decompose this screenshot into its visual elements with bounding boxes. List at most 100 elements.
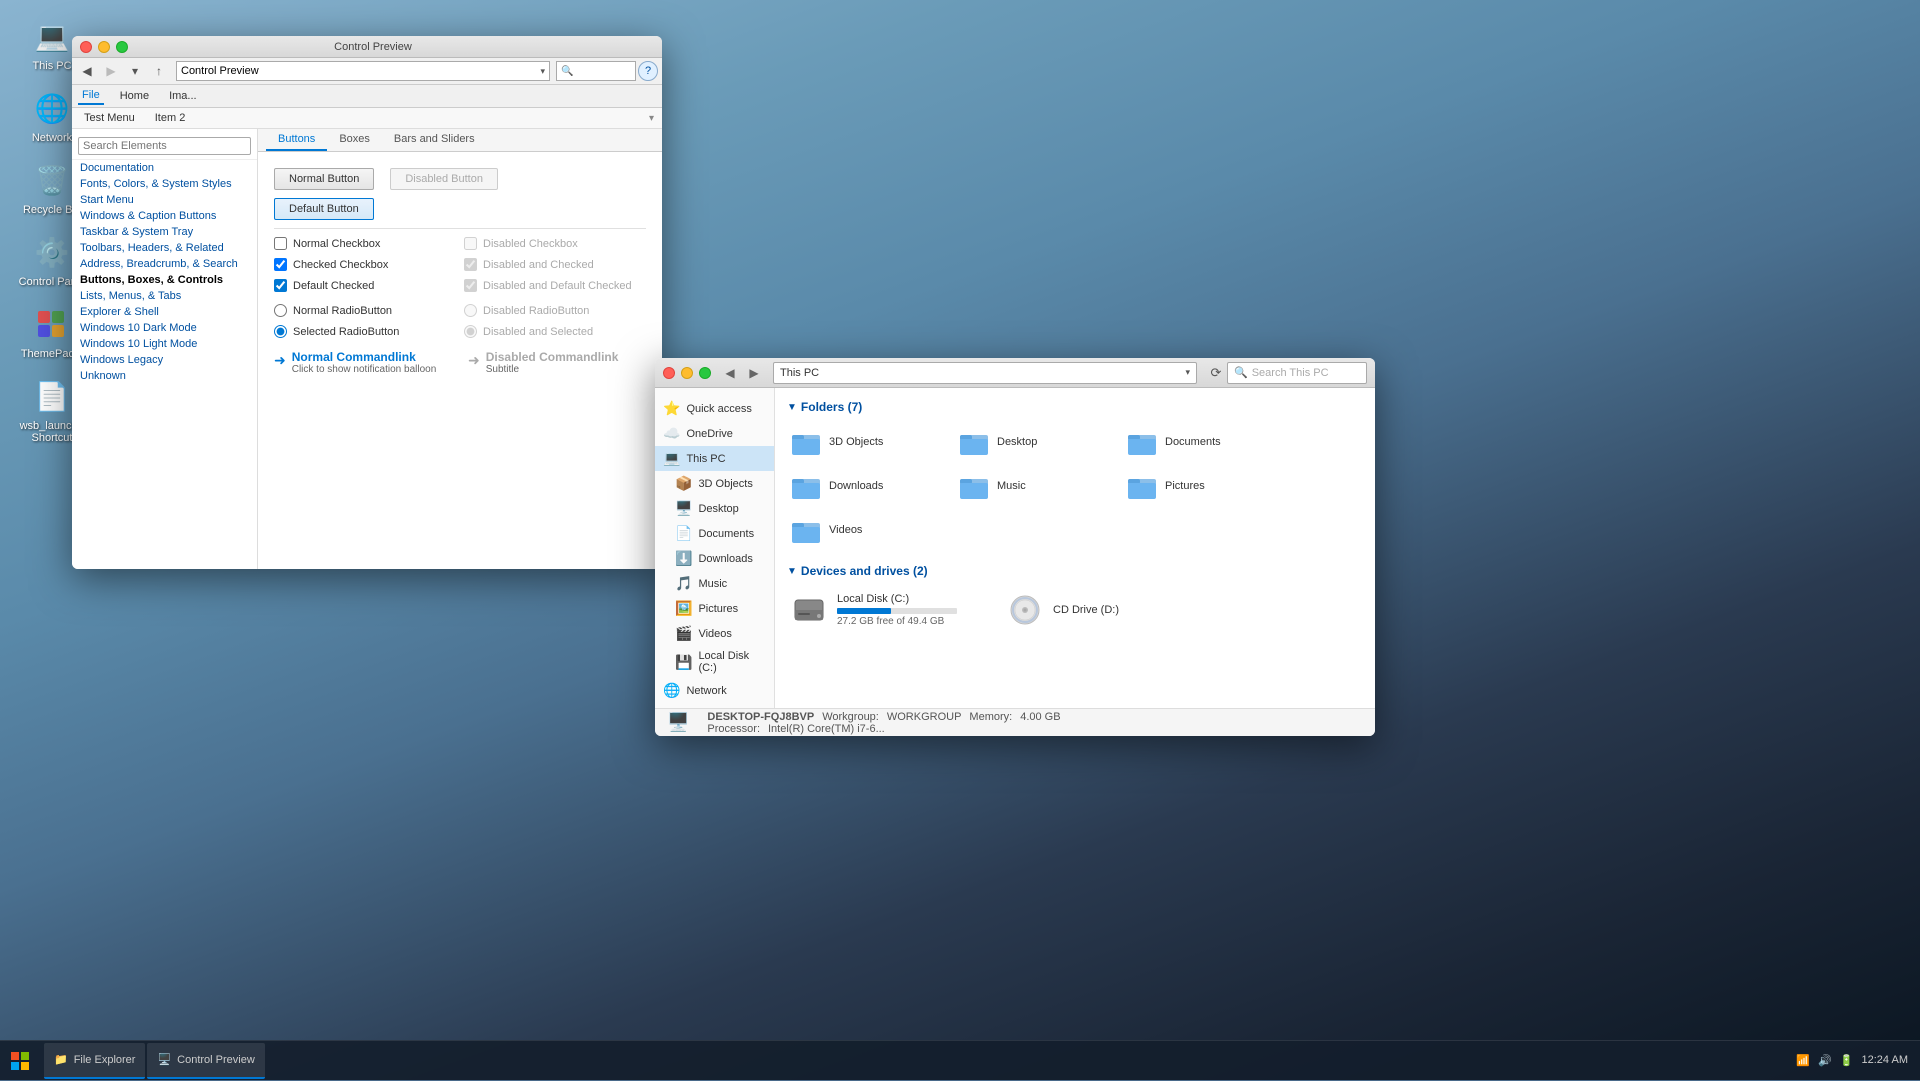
normal-button[interactable]: Normal Button (274, 168, 374, 190)
normal-checkbox-label: Normal Checkbox (293, 238, 380, 250)
cp-address-dropdown-icon[interactable]: ▾ (540, 66, 545, 77)
fe-nav-local-disk[interactable]: 💾 Local Disk (C:) (655, 646, 774, 678)
fe-processor-label: Processor: (707, 723, 760, 735)
fe-address-bar[interactable]: This PC ▾ (773, 362, 1197, 384)
cp-tab-boxes[interactable]: Boxes (327, 129, 382, 151)
fe-drive-cd[interactable]: CD Drive (D:) (1003, 588, 1163, 632)
cp-search-bar[interactable]: 🔍 (556, 61, 636, 81)
cp-dropdown-icon[interactable]: ▾ (649, 113, 654, 124)
fe-computer-name: DESKTOP-FQJ8BVP (707, 711, 814, 723)
cp-help-button[interactable]: ? (638, 61, 658, 81)
fe-nav-downloads[interactable]: ⬇️ Downloads (655, 546, 774, 571)
cp-menu-image[interactable]: Ima... (165, 88, 201, 104)
cp-sidebar-item-light-mode[interactable]: Windows 10 Light Mode (72, 336, 257, 352)
cp-up-button[interactable]: ↑ (148, 60, 170, 82)
cp-menu-home[interactable]: Home (116, 88, 153, 104)
tray-network-icon[interactable]: 📶 (1796, 1054, 1810, 1067)
fe-pictures-icon: 🖼️ (675, 600, 692, 617)
normal-radio-label: Normal RadioButton (293, 305, 392, 317)
fe-memory-value: 4.00 GB (1020, 711, 1060, 723)
fe-min-button[interactable] (681, 367, 693, 379)
cp-sidebar-item-explorer[interactable]: Explorer & Shell (72, 304, 257, 320)
fe-drive-local-disk[interactable]: Local Disk (C:) 27.2 GB free of 49.4 GB (787, 588, 987, 632)
fe-nav-videos[interactable]: 🎬 Videos (655, 621, 774, 646)
cp-sidebar-item-address[interactable]: Address, Breadcrumb, & Search (72, 256, 257, 272)
cp-sidebar-item-dark-mode[interactable]: Windows 10 Dark Mode (72, 320, 257, 336)
fe-address-dropdown-icon[interactable]: ▾ (1185, 367, 1190, 378)
fe-forward-button[interactable]: ▶ (743, 362, 765, 384)
disabled-default-checked-checkbox-input (464, 279, 477, 292)
fe-max-button[interactable] (699, 367, 711, 379)
fe-search-bar[interactable]: 🔍 Search This PC (1227, 362, 1367, 384)
fe-folders-toggle[interactable]: ▼ (787, 402, 797, 413)
cp-recent-button[interactable]: ▾ (124, 60, 146, 82)
cp-sidebar-item-start-menu[interactable]: Start Menu (72, 192, 257, 208)
fe-nav-onedrive[interactable]: ☁️ OneDrive (655, 421, 774, 446)
cp-sidebar-item-toolbars[interactable]: Toolbars, Headers, & Related (72, 240, 257, 256)
fe-refresh-button[interactable]: ⟳ (1205, 362, 1227, 384)
cp-tab-bars[interactable]: Bars and Sliders (382, 129, 487, 151)
fe-folder-desktop[interactable]: Desktop (955, 424, 1115, 460)
fe-nav-network[interactable]: 🌐 Network (655, 678, 774, 703)
tray-battery-icon[interactable]: 🔋 (1840, 1054, 1854, 1067)
normal-checkbox-input[interactable] (274, 237, 287, 250)
fe-folder-3d-objects[interactable]: 3D Objects (787, 424, 947, 460)
selected-radio-input[interactable] (274, 325, 287, 338)
fe-folder-pictures[interactable]: Pictures (1123, 468, 1283, 504)
cp-sidebar-item-buttons[interactable]: Buttons, Boxes, & Controls (72, 272, 257, 288)
fe-folder-music-name: Music (997, 480, 1026, 492)
control-preview-close-button[interactable] (80, 41, 92, 53)
start-button[interactable] (0, 1041, 40, 1081)
fe-back-button[interactable]: ◀ (719, 362, 741, 384)
cp-sidebar-item-windows-caption[interactable]: Windows & Caption Buttons (72, 208, 257, 224)
fe-folder-documents[interactable]: Documents (1123, 424, 1283, 460)
cp-sidebar-item-documentation[interactable]: Documentation (72, 160, 257, 176)
taskbar-items: 📁 File Explorer 🖥️ Control Preview (40, 1043, 1784, 1079)
normal-commandlink-title: Normal Commandlink (292, 350, 437, 364)
checked-checkbox-input[interactable] (274, 258, 287, 271)
fe-nav-documents[interactable]: 📄 Documents (655, 521, 774, 546)
cp-tabs: Buttons Boxes Bars and Sliders (258, 129, 662, 152)
fe-nav-desktop[interactable]: 🖥️ Desktop (655, 496, 774, 521)
fe-folder-documents-icon (1127, 428, 1159, 456)
default-button[interactable]: Default Button (274, 198, 374, 220)
fe-close-button[interactable] (663, 367, 675, 379)
cp-tab-buttons[interactable]: Buttons (266, 129, 327, 151)
default-checked-checkbox-label: Default Checked (293, 280, 374, 292)
fe-nav-pictures[interactable]: 🖼️ Pictures (655, 596, 774, 621)
fe-folder-videos-icon (791, 516, 823, 544)
fe-nav-quick-access[interactable]: ⭐ Quick access (655, 396, 774, 421)
fe-folder-videos[interactable]: Videos (787, 512, 947, 548)
network-icon: 🌐 (32, 88, 72, 128)
fe-status-row1: DESKTOP-FQJ8BVP Workgroup: WORKGROUP Mem… (707, 711, 1060, 723)
systray-clock[interactable]: 12:24 AM (1862, 1053, 1908, 1067)
systray-time: 12:24 AM (1862, 1053, 1908, 1067)
cp-sidebar-item-legacy[interactable]: Windows Legacy (72, 352, 257, 368)
taskbar-item-control-preview[interactable]: 🖥️ Control Preview (147, 1043, 264, 1079)
cp-sidebar-item-fonts[interactable]: Fonts, Colors, & System Styles (72, 176, 257, 192)
tray-volume-icon[interactable]: 🔊 (1818, 1054, 1832, 1067)
cp-menu-file[interactable]: File (78, 87, 104, 105)
cp-sidebar-item-taskbar[interactable]: Taskbar & System Tray (72, 224, 257, 240)
cp-forward-button[interactable]: ▶ (100, 60, 122, 82)
cp-back-button[interactable]: ◀ (76, 60, 98, 82)
cp-sidebar-item-lists[interactable]: Lists, Menus, & Tabs (72, 288, 257, 304)
fe-folder-downloads[interactable]: Downloads (787, 468, 947, 504)
fe-nav-music[interactable]: 🎵 Music (655, 571, 774, 596)
default-checked-checkbox-input[interactable] (274, 279, 287, 292)
taskbar-item-file-explorer[interactable]: 📁 File Explorer (44, 1043, 145, 1079)
cp-sidebar-item-unknown[interactable]: Unknown (72, 368, 257, 384)
cp-search-input[interactable] (78, 137, 251, 155)
fe-local-disk-bar (837, 608, 891, 614)
fe-folder-music[interactable]: Music (955, 468, 1115, 504)
cp-address-bar[interactable]: Control Preview ▾ (176, 61, 550, 81)
cp-menu-item2[interactable]: Item 2 (151, 110, 190, 126)
normal-radio-input[interactable] (274, 304, 287, 317)
fe-nav-this-pc[interactable]: 💻 This PC (655, 446, 774, 471)
fe-nav-3d-objects[interactable]: 📦 3D Objects (655, 471, 774, 496)
normal-commandlink[interactable]: ➜ Normal Commandlink Click to show notif… (274, 350, 452, 375)
radio-disabled: Disabled RadioButton (464, 304, 646, 317)
fe-cd-drive-name: CD Drive (D:) (1053, 604, 1159, 616)
cp-menu-test[interactable]: Test Menu (80, 110, 139, 126)
fe-drives-toggle[interactable]: ▼ (787, 566, 797, 577)
